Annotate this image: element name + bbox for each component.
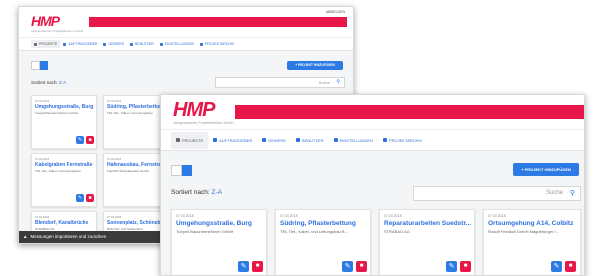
- nav-projekte[interactable]: PROJEKTE: [31, 40, 61, 48]
- nav-einstellungen[interactable]: EINSTELLUNGEN: [329, 132, 378, 149]
- nav-gewerk[interactable]: GEWERK: [100, 40, 127, 48]
- folder-icon: [34, 42, 37, 46]
- project-card[interactable]: 07.03.2018 Umgehungsstraße, Burg Tuepell…: [171, 209, 267, 275]
- edit-button[interactable]: ✎: [238, 261, 249, 272]
- folder-icon: [176, 138, 180, 143]
- nav-projektarchiv[interactable]: PROJEKTARCHIV: [378, 132, 427, 149]
- list-view-button[interactable]: [171, 165, 182, 176]
- project-card[interactable]: 07.03.2018 Kabelgraben Fernstraße TRL Ti…: [31, 153, 97, 207]
- nav-auftraggeber[interactable]: AUFTRAGGEBER: [60, 40, 100, 48]
- add-project-button[interactable]: + PROJEKT HINZUFÜGEN: [513, 163, 579, 176]
- logo-subtitle: Heiligenbaumer Projektdirektion GmbH: [173, 121, 234, 125]
- archive-icon: [200, 42, 204, 46]
- view-toggle: [171, 165, 192, 176]
- pencil-icon: [333, 138, 338, 143]
- add-project-button[interactable]: + PROJEKT HINZUFÜGEN: [287, 61, 343, 70]
- header: HMP Heiligenbaumer Projektdirektion GmbH: [161, 95, 584, 129]
- brand-bar: [89, 17, 347, 27]
- nav-benutzer[interactable]: BENUTZER: [291, 132, 329, 149]
- main-nav: PROJEKTE AUFTRAGGEBER GEWERK BENUTZER EI…: [161, 129, 584, 151]
- pencil-icon: [159, 42, 163, 46]
- nav-gewerk[interactable]: GEWERK: [257, 132, 291, 149]
- grid-view-button[interactable]: [182, 165, 192, 176]
- front-window: HMP Heiligenbaumer Projektdirektion GmbH…: [160, 94, 585, 276]
- nav-einstellungen[interactable]: EINSTELLUNGEN: [157, 40, 197, 48]
- nav-benutzer[interactable]: BENUTZER: [127, 40, 157, 48]
- delete-button[interactable]: ■: [565, 261, 576, 272]
- list-view-button[interactable]: [31, 61, 40, 70]
- logo: HMP: [173, 99, 215, 121]
- archive-icon: [382, 138, 387, 143]
- brand-bar: [235, 105, 584, 119]
- user-icon: [130, 42, 134, 46]
- wrench-icon: [103, 42, 107, 46]
- project-card[interactable]: 07.03.2018 Umgehungsstraße, Burg Tuepell…: [31, 95, 97, 149]
- view-toggle: [31, 61, 48, 70]
- search-icon[interactable]: ⚲: [570, 189, 575, 197]
- info-icon: ▲: [23, 234, 28, 239]
- people-icon: [63, 42, 67, 46]
- search-input[interactable]: Suche ⚲: [215, 77, 345, 88]
- sort-control[interactable]: Sortiert nach: Z-A: [171, 189, 222, 196]
- delete-button[interactable]: ■: [356, 261, 367, 272]
- project-card[interactable]: 07.03.2018 Reparaturarbeiten Suedstr... …: [379, 209, 475, 275]
- delete-button[interactable]: ■: [460, 261, 471, 272]
- header: ABMELDEN HMP Heiligenbaumer Projektdirek…: [19, 7, 353, 37]
- main-nav: PROJEKTE AUFTRAGGEBER GEWERK BENUTZER EI…: [19, 37, 353, 51]
- search-input[interactable]: Suche ⚲: [413, 186, 581, 201]
- edit-button[interactable]: ✎: [76, 194, 84, 202]
- logo-subtitle: Heiligenbaumer Projektdirektion GmbH: [31, 29, 84, 33]
- sort-control[interactable]: Sortiert nach: Z-A: [31, 80, 66, 85]
- grid-view-button[interactable]: [40, 61, 48, 70]
- search-icon[interactable]: ⚲: [336, 79, 340, 85]
- project-card[interactable]: 07.03.2018 Südring, Pflasterbettung TRL …: [275, 209, 371, 275]
- edit-button[interactable]: ✎: [342, 261, 353, 272]
- logout-link[interactable]: ABMELDEN: [326, 10, 345, 14]
- user-icon: [296, 138, 301, 143]
- logo: HMP: [31, 13, 60, 29]
- nav-projekte[interactable]: PROJEKTE: [171, 131, 209, 149]
- edit-button[interactable]: ✎: [446, 261, 457, 272]
- delete-button[interactable]: ■: [86, 136, 94, 144]
- delete-button[interactable]: ■: [252, 261, 263, 272]
- nav-auftraggeber[interactable]: AUFTRAGGEBER: [208, 132, 257, 149]
- nav-projektarchiv[interactable]: PROJEKTARCHIV: [197, 40, 237, 48]
- people-icon: [213, 138, 218, 143]
- project-card[interactable]: 07.03.2018 Ortsumgehung A14, Colbitz Rud…: [483, 209, 581, 275]
- wrench-icon: [262, 138, 267, 143]
- edit-button[interactable]: ✎: [76, 136, 84, 144]
- delete-button[interactable]: ■: [86, 194, 94, 202]
- import-toast[interactable]: ▲ Messungen importieren und zuordnen: [19, 231, 169, 243]
- edit-button[interactable]: ✎: [551, 261, 562, 272]
